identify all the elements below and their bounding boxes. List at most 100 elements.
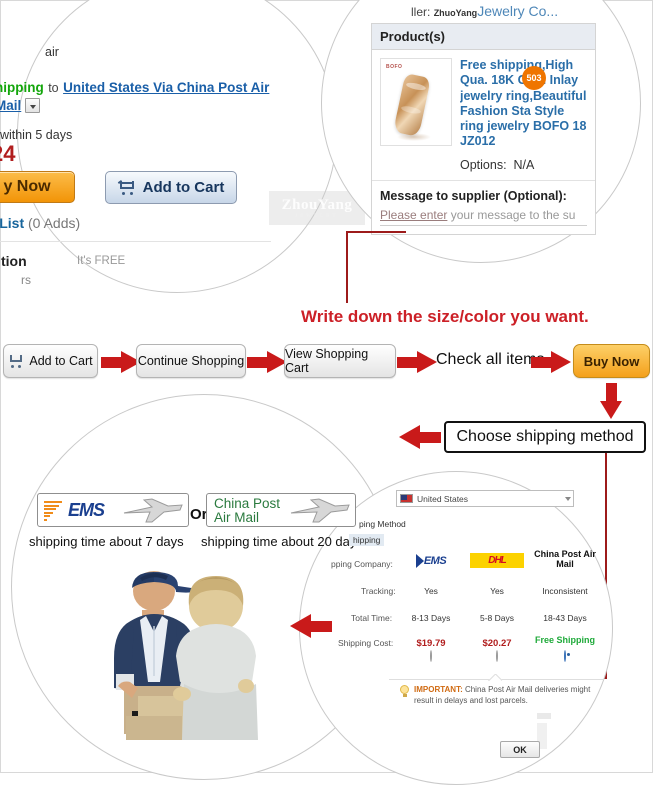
fragment-air: air bbox=[45, 45, 59, 59]
ems-logo-icon: EMS bbox=[408, 553, 454, 568]
or-label: Or bbox=[190, 506, 208, 523]
cell-tracking-china-post: Inconsistent bbox=[542, 586, 588, 596]
free-shipping-label: hipping bbox=[0, 80, 44, 95]
china-post-line-2: Air Mail bbox=[214, 510, 260, 526]
shipping-method-heading: ping Method bbox=[359, 519, 406, 529]
dhl-mini-text: DHL bbox=[488, 555, 507, 566]
cell-tracking-dhl: Yes bbox=[490, 586, 504, 596]
buy-now-button-detail[interactable]: y Now bbox=[0, 171, 75, 203]
add-to-cart-label: Add to Cart bbox=[142, 179, 225, 196]
status-badge: 503 bbox=[522, 66, 546, 90]
ems-mini-text: EMS bbox=[423, 554, 447, 567]
fragment-bottom: rs bbox=[21, 273, 31, 287]
china-post-shipping-time: shipping time about 20 days bbox=[201, 534, 363, 549]
wish-list-row[interactable]: sh List (0 Adds) bbox=[0, 215, 80, 231]
cell-total-time-ems: 8-13 Days bbox=[411, 613, 451, 623]
options-label: Options: bbox=[460, 157, 507, 172]
radio-dhl[interactable] bbox=[467, 650, 527, 662]
airplane-icon bbox=[122, 498, 184, 524]
row-label-shipping-cost: Shipping Cost: bbox=[338, 638, 394, 648]
message-section: Message to supplier (Optional): Please e… bbox=[372, 179, 595, 234]
wish-list-label: sh List bbox=[0, 215, 25, 231]
product-thumbnail[interactable]: BOFO bbox=[380, 58, 452, 146]
seller-line: ller: ZhuoYangJewelry Co... bbox=[411, 3, 558, 19]
important-note-text: IMPORTANT: China Post Air Mail deliverie… bbox=[414, 685, 604, 707]
selection-notch bbox=[488, 674, 502, 681]
flow-arrow-right-4 bbox=[531, 351, 571, 373]
products-panel: Product(s) BOFO 503 Free shipping,High Q… bbox=[371, 23, 596, 235]
ems-logo-icon: EMS bbox=[44, 498, 105, 522]
flow-step-label: Add to Cart bbox=[29, 354, 93, 368]
important-note: IMPORTANT: China Post Air Mail deliverie… bbox=[399, 685, 604, 707]
options-value: N/A bbox=[513, 157, 535, 172]
ems-logo-text: EMS bbox=[68, 499, 105, 520]
add-to-cart-button-detail[interactable]: Add to Cart bbox=[105, 171, 237, 204]
divider bbox=[0, 241, 271, 242]
cell-cost-china-post: Free Shipping bbox=[534, 635, 595, 645]
flow-step-buy-now[interactable]: Buy Now bbox=[573, 344, 650, 378]
row-label-total-time: Total Time: bbox=[351, 613, 393, 623]
ok-button[interactable]: OK bbox=[500, 741, 540, 758]
shipping-destination-row: hipping to United States Via China Post … bbox=[0, 79, 285, 115]
protection-free-label: It's FREE bbox=[77, 255, 126, 267]
watermark-subtext: JEWELRY bbox=[295, 214, 339, 219]
flow-arrow-right-3 bbox=[397, 351, 437, 373]
top-left-magnifier-lens bbox=[17, 0, 337, 293]
cell-cost-dhl: $20.27 bbox=[482, 638, 512, 649]
flow-step-add-to-cart[interactable]: Add to Cart bbox=[3, 344, 98, 378]
radio-ems[interactable] bbox=[401, 650, 461, 662]
dhl-logo-icon: DHL bbox=[470, 553, 524, 568]
product-options: Options: N/A bbox=[460, 158, 587, 172]
shipping-column-dhl[interactable]: DHL bbox=[467, 553, 527, 568]
seller-prefix: ller: bbox=[411, 5, 431, 19]
cart-icon bbox=[117, 179, 136, 195]
shipping-tab-chip[interactable]: hipping bbox=[349, 534, 385, 546]
country-name: United States bbox=[417, 493, 469, 504]
shipping-column-ems[interactable]: EMS bbox=[401, 553, 461, 568]
china-post-line-1: China Post bbox=[214, 496, 281, 511]
choose-shipping-method-callout: Choose shipping method bbox=[444, 421, 646, 453]
ems-logo-box: EMS bbox=[37, 493, 189, 527]
flag-icon-us bbox=[400, 494, 413, 503]
flow-step-continue-shopping[interactable]: Continue Shopping bbox=[136, 344, 246, 378]
flow-step-view-shopping-cart[interactable]: View Shopping Cart bbox=[284, 344, 396, 378]
flow-arrow-right-2 bbox=[247, 351, 287, 373]
china-post-logo-text: China Post Air Mail bbox=[214, 496, 281, 526]
callout-bracket-vertical bbox=[346, 231, 348, 303]
arrow-left-to-photo bbox=[290, 614, 332, 638]
product-row: BOFO 503 Free shipping,High Qua. 18K Gol… bbox=[372, 50, 595, 180]
cell-tracking-ems: Yes bbox=[424, 586, 438, 596]
radio-button[interactable] bbox=[496, 650, 498, 662]
delivery-photo bbox=[96, 566, 276, 741]
protection-label: tion bbox=[1, 253, 27, 269]
china-post-logo-box: China Post Air Mail bbox=[206, 493, 356, 527]
thumb-brand-logo: BOFO bbox=[386, 64, 403, 70]
cell-total-time-china-post: 18-43 Days bbox=[543, 613, 587, 623]
cell-cost-ems: $19.79 bbox=[416, 638, 446, 649]
message-input[interactable]: Please enter your message to the su bbox=[380, 208, 587, 226]
watermark-text: ZhouYang bbox=[281, 197, 353, 213]
write-note-text: Write down the size/color you want. bbox=[301, 307, 589, 326]
airplane-icon bbox=[289, 498, 351, 524]
flow-arrow-down bbox=[600, 383, 622, 419]
shipping-column-china-post[interactable]: China Post Air Mail bbox=[531, 549, 599, 570]
dispatch-note: t within 5 days bbox=[0, 128, 73, 142]
radio-button[interactable] bbox=[430, 650, 432, 662]
flow-step-check-all-items: Check all items bbox=[436, 351, 545, 368]
chevron-down-icon[interactable] bbox=[25, 98, 41, 114]
flow-arrow-right-1 bbox=[101, 351, 141, 373]
radio-button-selected[interactable] bbox=[564, 650, 566, 662]
row-label-tracking: Tracking: bbox=[361, 586, 396, 596]
china-post-label: China Post Air Mail bbox=[534, 549, 596, 570]
seller-name: ZhuoYang bbox=[433, 8, 478, 18]
country-select[interactable]: United States bbox=[396, 490, 574, 507]
price-fragment: 24 bbox=[0, 141, 16, 166]
ring-shadow bbox=[397, 133, 431, 141]
message-placeholder-link: Please enter bbox=[380, 207, 448, 222]
chevron-down-icon[interactable] bbox=[565, 496, 571, 501]
ok-button-shadow-top bbox=[537, 713, 551, 719]
cart-icon bbox=[8, 354, 24, 368]
radio-china-post[interactable] bbox=[531, 650, 599, 662]
callout-bracket-top bbox=[346, 231, 406, 233]
seller-company: Jewelry Co... bbox=[477, 3, 559, 19]
